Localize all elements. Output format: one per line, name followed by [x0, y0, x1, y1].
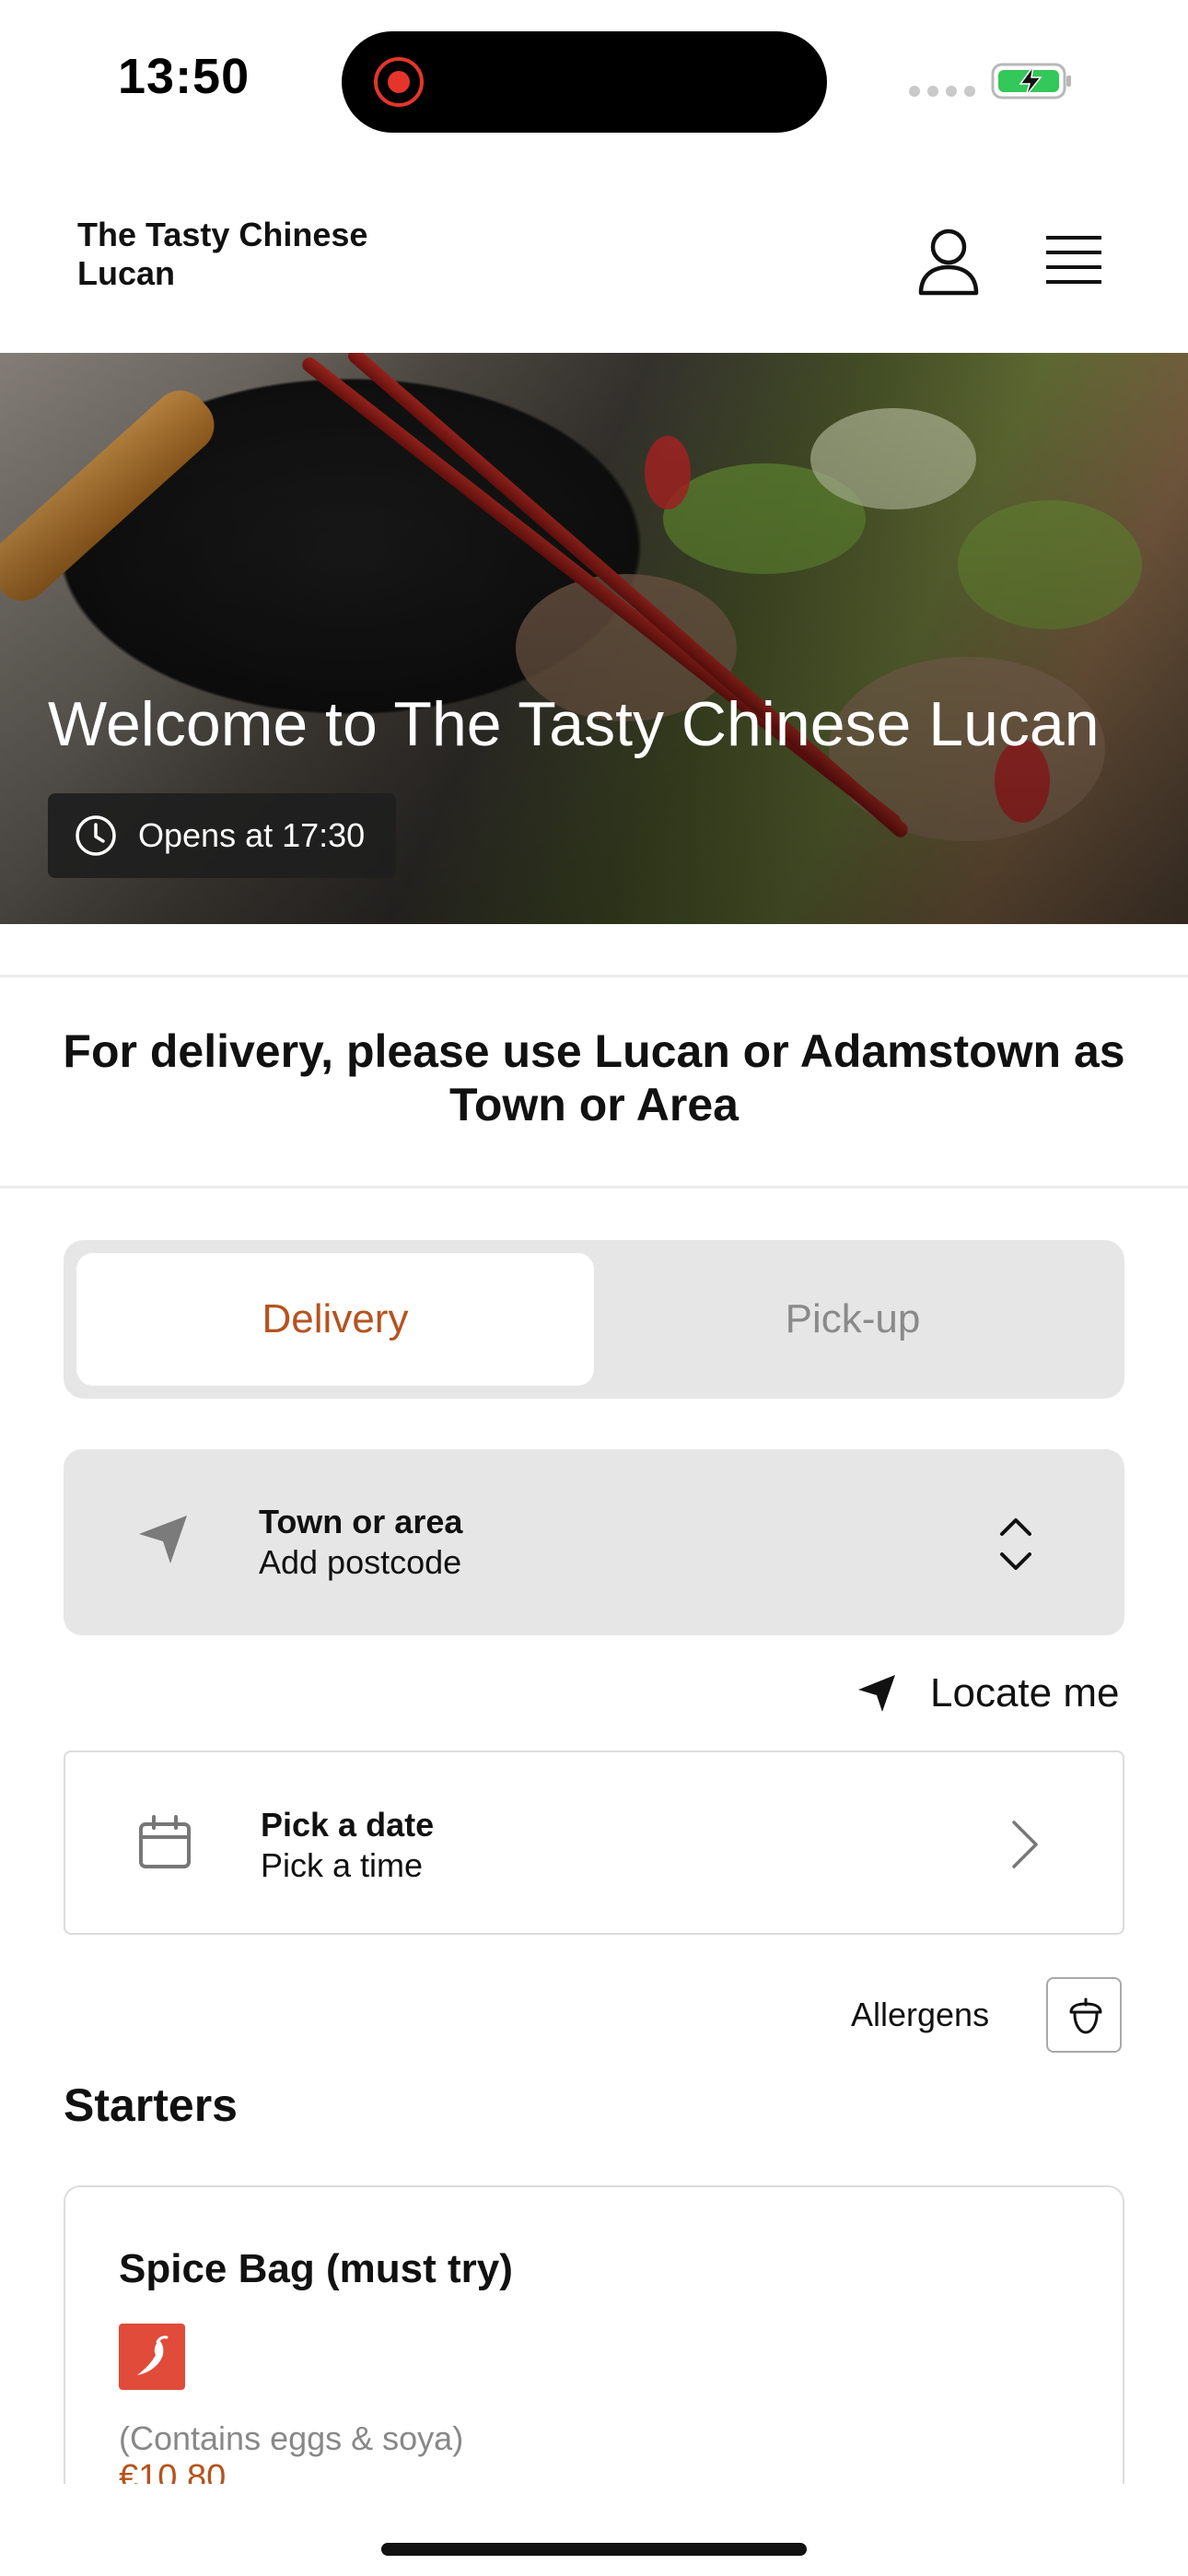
navigation-arrow-icon — [139, 1516, 187, 1563]
cellular-signal-icon — [909, 86, 975, 97]
allergens-button[interactable] — [1046, 1977, 1122, 2053]
hamburger-menu-icon — [1046, 236, 1101, 284]
address-title: Town or area — [259, 1503, 463, 1540]
home-indicator[interactable] — [381, 2543, 807, 2556]
site-header: The Tasty Chinese Lucan — [0, 205, 1188, 352]
schedule-title: Pick a date — [261, 1806, 435, 1844]
tab-delivery[interactable]: Delivery — [76, 1253, 594, 1386]
section-title-starters: Starters — [64, 2079, 238, 2131]
chevron-right-icon — [1012, 1821, 1038, 1868]
restaurant-name[interactable]: The Tasty Chinese Lucan — [77, 216, 446, 293]
menu-item-description: (Contains eggs & soya) — [119, 2419, 464, 2457]
dynamic-island — [342, 31, 827, 133]
opening-status-badge: Opens at 17:30 — [48, 793, 396, 878]
divider — [0, 1186, 1188, 1188]
menu-item-name: Spice Bag (must try) — [119, 2246, 513, 2291]
calendar-icon — [139, 1815, 191, 1868]
location-arrow-icon — [858, 1675, 895, 1712]
account-button[interactable] — [915, 225, 982, 299]
chili-badge — [119, 2324, 185, 2390]
bottom-safe-area — [0, 2484, 1188, 2576]
acorn-icon — [1069, 1997, 1102, 2034]
recording-indicator-icon — [374, 57, 424, 107]
address-selector[interactable]: Town or area Add postcode — [64, 1449, 1124, 1635]
delivery-notice: For delivery, please use Lucan or Adamst… — [63, 1025, 1125, 1130]
hero-title: Welcome to The Tasty Chinese Lucan — [48, 689, 1100, 759]
hero-banner: Welcome to The Tasty Chinese Lucan Opens… — [0, 353, 1188, 924]
status-bar: 13:50 — [0, 0, 1188, 157]
locate-me-label: Locate me — [930, 1670, 1120, 1715]
schedule-picker[interactable]: Pick a date Pick a time — [64, 1751, 1124, 1935]
schedule-subtitle: Pick a time — [261, 1846, 424, 1884]
hamburger-menu-button[interactable] — [1041, 230, 1107, 289]
clock-icon — [76, 815, 116, 856]
address-subtitle: Add postcode — [259, 1543, 462, 1581]
opening-status-text: Opens at 17:30 — [138, 816, 366, 854]
order-mode-toggle: Delivery Pick-up — [64, 1240, 1124, 1399]
locate-me-button[interactable]: Locate me — [855, 1666, 1119, 1721]
person-icon — [918, 228, 979, 296]
chevron-up-down-icon — [1000, 1518, 1031, 1570]
chili-icon — [137, 2336, 169, 2375]
tab-pickup[interactable]: Pick-up — [594, 1253, 1112, 1386]
status-time: 13:50 — [118, 49, 250, 104]
allergens-label: Allergens — [851, 1996, 990, 2033]
battery-charging-icon — [991, 63, 1071, 100]
divider — [0, 975, 1188, 978]
